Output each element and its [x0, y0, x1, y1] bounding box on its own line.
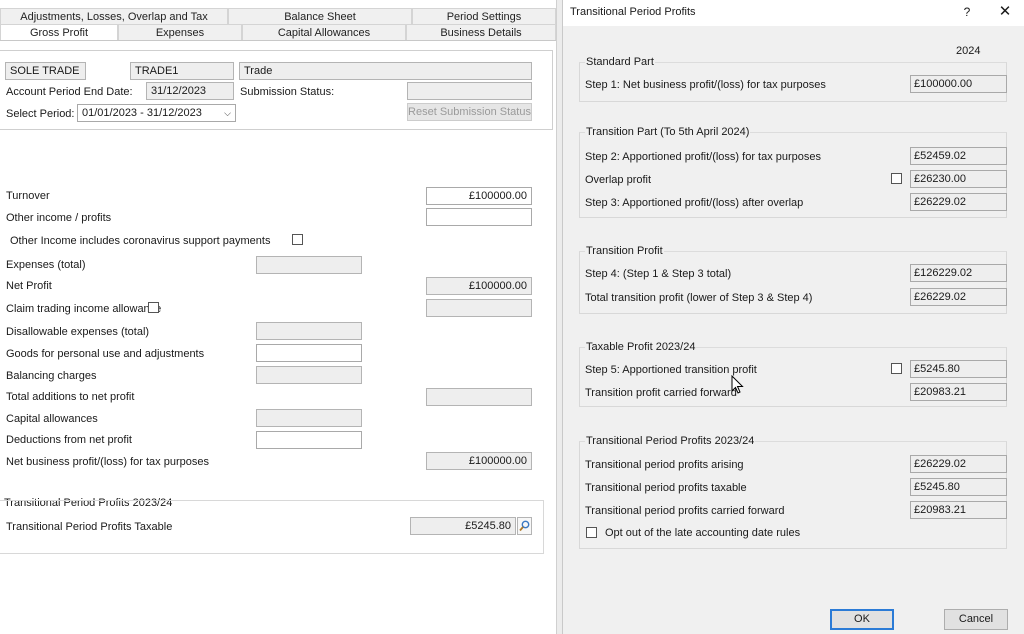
tab-gross-profit[interactable]: Gross Profit	[0, 24, 118, 40]
balancing-label: Balancing charges	[6, 370, 97, 382]
claim-trading-checkbox[interactable]	[148, 302, 159, 313]
step4-label: Step 4: (Step 1 & Step 3 total)	[585, 268, 732, 280]
tpp-carried-label: Transitional period profits carried forw…	[585, 505, 785, 517]
disallowable-label: Disallowable expenses (total)	[6, 326, 150, 338]
step5-field: £5245.80	[910, 360, 1007, 378]
balancing-field	[256, 366, 362, 384]
coronavirus-checkbox[interactable]	[292, 234, 303, 245]
expenses-field	[256, 256, 362, 274]
transition-profit-title: Transition Profit	[585, 244, 664, 258]
ok-button[interactable]: OK	[830, 609, 894, 630]
overlap-label: Overlap profit	[585, 174, 652, 186]
submission-status-label: Submission Status:	[240, 86, 335, 98]
total-transition-label: Total transition profit (lower of Step 3…	[585, 292, 813, 304]
step5-checkbox[interactable]	[891, 363, 902, 374]
net-business-label: Net business profit/(loss) for tax purpo…	[6, 456, 209, 468]
step4-field: £126229.02	[910, 264, 1007, 282]
transition-part-title: Transition Part (To 5th April 2024)	[585, 125, 751, 139]
taxable-profit-title: Taxable Profit 2023/24	[585, 340, 697, 354]
step2-field: £52459.02	[910, 147, 1007, 165]
claim-trading-field	[426, 299, 532, 317]
tpp-taxable-dialog-field: £5245.80	[910, 478, 1007, 496]
net-profit-label: Net Profit	[6, 280, 52, 292]
capital-allowances-label: Capital allowances	[6, 413, 98, 425]
tab-expenses[interactable]: Expenses	[118, 24, 242, 40]
total-transition-field: £26229.02	[910, 288, 1007, 306]
optout-label: Opt out of the late accounting date rule…	[605, 527, 801, 539]
magnifier-icon[interactable]	[517, 517, 532, 535]
disallowable-field	[256, 322, 362, 340]
step3-field: £26229.02	[910, 193, 1007, 211]
account-end-field: 31/12/2023	[146, 82, 234, 100]
other-income-label: Other income / profits	[6, 212, 112, 224]
tab-divider	[0, 40, 556, 41]
overlap-field: £26230.00	[910, 170, 1007, 188]
goods-label: Goods for personal use and adjustments	[6, 348, 205, 360]
tab-balance-sheet[interactable]: Balance Sheet	[228, 8, 412, 24]
tpp-carried-field: £20983.21	[910, 501, 1007, 519]
carried-forward-field: £20983.21	[910, 383, 1007, 401]
tpp-dialog: Transitional Period Profits ? ✕ 2024 Sta…	[562, 0, 1024, 634]
standard-part-title: Standard Part	[585, 55, 655, 69]
deductions-label: Deductions from net profit	[6, 434, 132, 446]
account-end-label: Account Period End Date:	[6, 86, 133, 98]
tab-business-details[interactable]: Business Details	[406, 24, 556, 40]
trade-type-field: SOLE TRADE	[5, 62, 86, 80]
period-select-value: 01/01/2023 - 31/12/2023	[82, 107, 202, 119]
year-header: 2024	[956, 45, 981, 57]
mouse-pointer-icon	[731, 374, 745, 398]
step1-label: Step 1: Net business profit/(loss) for t…	[585, 79, 826, 91]
chevron-down-icon: ⌵	[224, 108, 231, 118]
expenses-label: Expenses (total)	[6, 259, 86, 271]
carried-forward-label: Transition profit carried forward	[585, 387, 737, 399]
close-button[interactable]: ✕	[997, 3, 1013, 21]
tpp-taxable-field: £5245.80	[410, 517, 516, 535]
period-select[interactable]: 01/01/2023 - 31/12/2023 ⌵	[77, 104, 236, 122]
dialog-title-bar: Transitional Period Profits ? ✕	[563, 0, 1024, 26]
capital-allowances-field	[256, 409, 362, 427]
tpp-arising-field: £26229.02	[910, 455, 1007, 473]
dialog-title: Transitional Period Profits	[570, 6, 696, 18]
help-button[interactable]: ?	[959, 4, 975, 20]
net-profit-field: £100000.00	[426, 277, 532, 295]
overlap-checkbox[interactable]	[891, 173, 902, 184]
total-additions-label: Total additions to net profit	[6, 391, 135, 403]
tab-capital-allowances[interactable]: Capital Allowances	[242, 24, 406, 40]
tpp-taxable-label: Transitional Period Profits Taxable	[6, 521, 173, 533]
trade-name-field: Trade	[239, 62, 532, 80]
reset-submission-button[interactable]: Reset Submission Status	[407, 103, 532, 121]
tab-adjustments[interactable]: Adjustments, Losses, Overlap and Tax	[0, 8, 228, 24]
tpp-arising-label: Transitional period profits arising	[585, 459, 744, 471]
coronavirus-label: Other Income includes coronavirus suppor…	[10, 235, 271, 247]
net-business-field: £100000.00	[426, 452, 532, 470]
trade-id-field: TRADE1	[130, 62, 234, 80]
submission-status-field	[407, 82, 532, 100]
step1-field: £100000.00	[910, 75, 1007, 93]
other-income-field[interactable]	[426, 208, 532, 226]
turnover-field[interactable]: £100000.00	[426, 187, 532, 205]
optout-checkbox[interactable]	[586, 527, 597, 538]
select-period-label: Select Period:	[6, 108, 75, 120]
claim-trading-label: Claim trading income allowance	[6, 303, 162, 315]
step3-label: Step 3: Apportioned profit/(loss) after …	[585, 197, 804, 209]
tpp-group-title: Transitional Period Profits 2023/24	[585, 434, 756, 448]
tpp-taxable-label: Transitional period profits taxable	[585, 482, 747, 494]
step2-label: Step 2: Apportioned profit/(loss) for ta…	[585, 151, 822, 163]
cancel-button[interactable]: Cancel	[944, 609, 1008, 630]
goods-field[interactable]	[256, 344, 362, 362]
trade-form: Adjustments, Losses, Overlap and Tax Bal…	[0, 0, 556, 634]
deductions-field[interactable]	[256, 431, 362, 449]
total-additions-field	[426, 388, 532, 406]
tab-period-settings[interactable]: Period Settings	[412, 8, 556, 24]
turnover-label: Turnover	[6, 190, 50, 202]
